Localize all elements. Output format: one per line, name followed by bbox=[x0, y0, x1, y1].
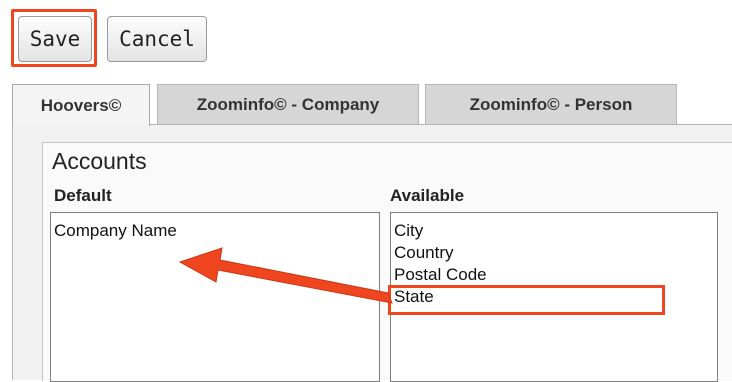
drag-arrow-icon bbox=[178, 247, 393, 304]
tab-hoovers[interactable]: Hoovers© bbox=[12, 84, 150, 126]
